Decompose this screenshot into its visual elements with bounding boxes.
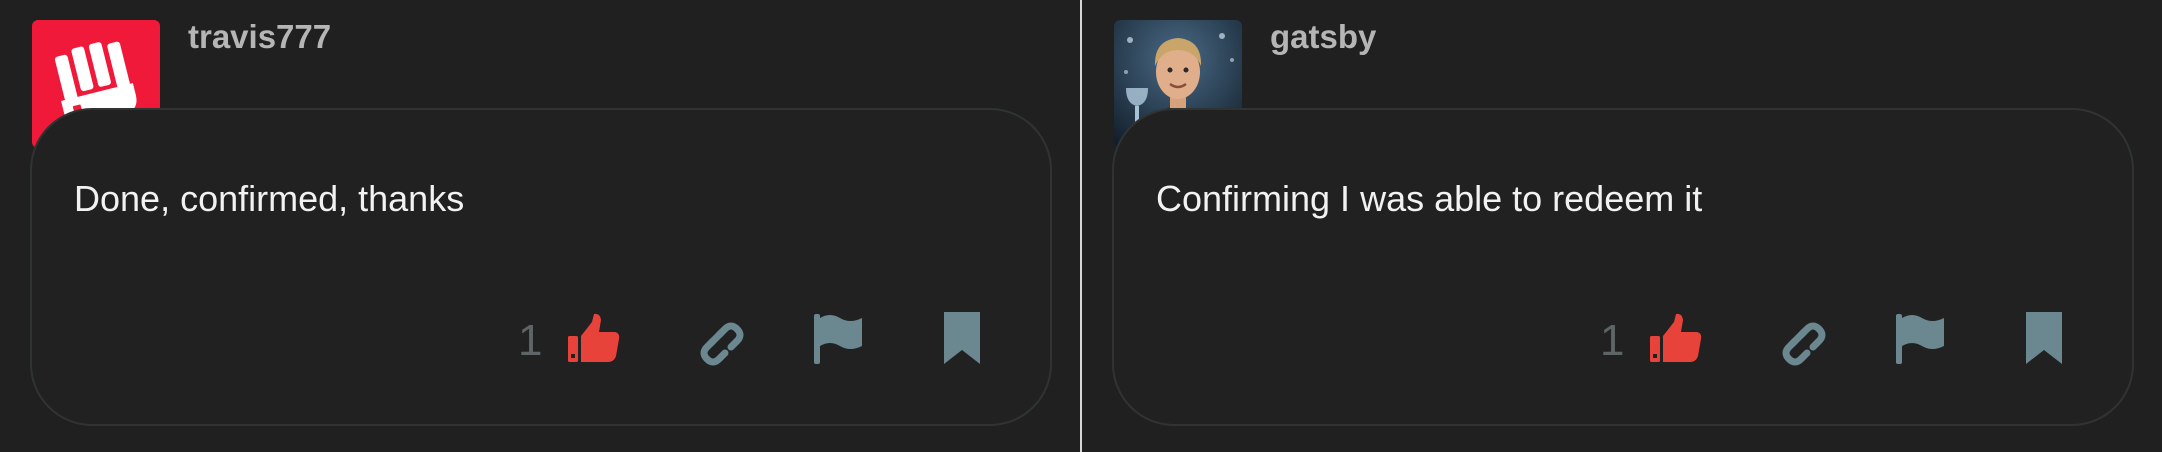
forum-thread: travis777 Done, confirmed, thanks 1 gats… xyxy=(0,0,2162,452)
post-card: Confirming I was able to redeem it 1 xyxy=(1112,108,2134,426)
like-count[interactable]: 1 xyxy=(1600,316,1624,366)
username[interactable]: gatsby xyxy=(1270,18,1376,56)
post-body: Done, confirmed, thanks xyxy=(74,178,465,219)
username[interactable]: travis777 xyxy=(188,18,331,56)
post-body: Confirming I was able to redeem it xyxy=(1156,178,1703,219)
thumbs-up-icon[interactable] xyxy=(566,310,622,366)
thumbs-up-icon[interactable] xyxy=(1648,310,1704,366)
flag-icon[interactable] xyxy=(810,310,866,366)
link-icon[interactable] xyxy=(1770,310,1826,366)
like-count[interactable]: 1 xyxy=(518,316,542,366)
post-actions: 1 xyxy=(32,310,1050,370)
bookmark-icon[interactable] xyxy=(934,310,990,366)
post-card: Done, confirmed, thanks 1 xyxy=(30,108,1052,426)
post-gatsby: gatsby Confirming I was able to redeem i… xyxy=(1082,0,2162,452)
bookmark-icon[interactable] xyxy=(2016,310,2072,366)
post-travis777: travis777 Done, confirmed, thanks 1 xyxy=(0,0,1080,452)
link-icon[interactable] xyxy=(688,310,744,366)
flag-icon[interactable] xyxy=(1892,310,1948,366)
post-actions: 1 xyxy=(1114,310,2132,370)
